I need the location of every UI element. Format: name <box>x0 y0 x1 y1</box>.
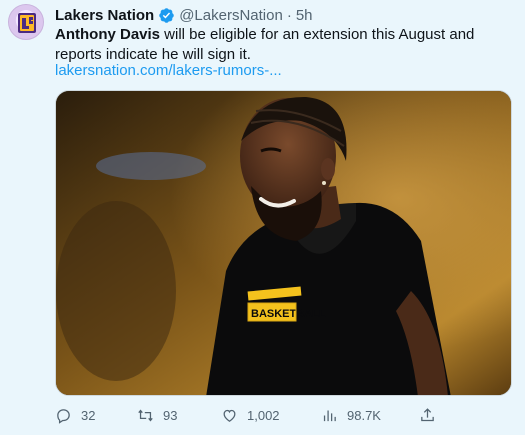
retweet-icon <box>138 409 153 421</box>
author-handle[interactable]: @LakersNation <box>179 7 283 24</box>
like-count: 1,002 <box>247 407 280 423</box>
share-button[interactable] <box>419 404 436 426</box>
like-icon <box>223 409 236 422</box>
views-button[interactable]: 98.7K <box>321 404 381 426</box>
tweet-media-image[interactable]: BASKETBALL <box>55 90 512 396</box>
tweet-link[interactable]: lakersnation.com/lakers-rumors-... <box>55 62 282 79</box>
tweet-text: Anthony Davis will be eligible for an ex… <box>55 25 510 65</box>
like-button[interactable]: 1,002 <box>221 404 280 426</box>
reply-button[interactable]: 32 <box>55 404 95 426</box>
verified-badge-icon <box>159 7 174 23</box>
reply-icon <box>57 408 70 424</box>
retweet-count: 93 <box>163 407 178 423</box>
share-icon <box>421 407 434 421</box>
lakers-nation-logo <box>18 13 36 33</box>
lakers-nation-avatar[interactable] <box>8 4 44 40</box>
views-count: 98.7K <box>347 407 381 423</box>
mention-bold-text: Anthony Davis <box>55 26 161 43</box>
views-icon <box>323 410 336 421</box>
retweet-button[interactable]: 93 <box>137 404 177 426</box>
player-photo: BASKETBALL <box>56 91 511 395</box>
tweet-header: Lakers Nation @LakersNation · 5h <box>55 5 313 25</box>
separator-dot: · <box>286 6 292 24</box>
tweet-actions-bar: 32 93 1,002 98.7K <box>55 404 455 426</box>
reply-count: 32 <box>81 407 96 423</box>
tweet-timestamp[interactable]: 5h <box>296 7 313 24</box>
svg-text:BASKETBALL: BASKETBALL <box>251 308 326 320</box>
author-name[interactable]: Lakers Nation <box>55 7 154 24</box>
